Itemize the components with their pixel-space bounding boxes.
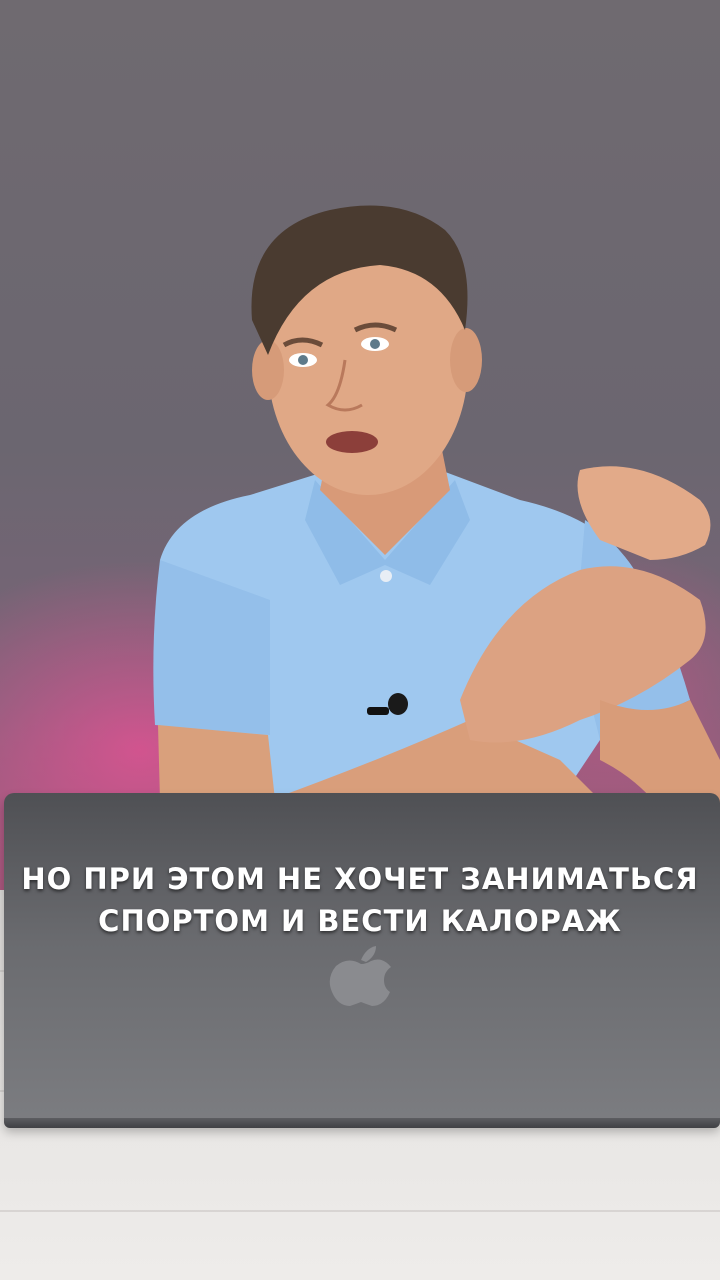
apple-logo-icon — [329, 946, 391, 1006]
laptop-base-edge — [4, 1118, 720, 1128]
desk-plank-seam — [0, 1210, 720, 1212]
shirt-button — [380, 570, 392, 582]
right-ear — [450, 328, 482, 392]
subtitle-line-2: СПОРТОМ И ВЕСТИ КАЛОРАЖ — [98, 904, 622, 938]
mouth — [326, 431, 378, 453]
presenter-figure — [153, 205, 720, 900]
video-frame: НО ПРИ ЭТОМ НЕ ХОЧЕТ ЗАНИМАТЬСЯ СПОРТОМ … — [0, 0, 720, 1280]
video-subtitle: НО ПРИ ЭТОМ НЕ ХОЧЕТ ЗАНИМАТЬСЯ СПОРТОМ … — [0, 858, 720, 942]
left-arm — [158, 725, 275, 800]
left-pupil — [298, 355, 308, 365]
subtitle-line-1: НО ПРИ ЭТОМ НЕ ХОЧЕТ ЗАНИМАТЬСЯ — [21, 862, 699, 896]
right-pupil — [370, 339, 380, 349]
